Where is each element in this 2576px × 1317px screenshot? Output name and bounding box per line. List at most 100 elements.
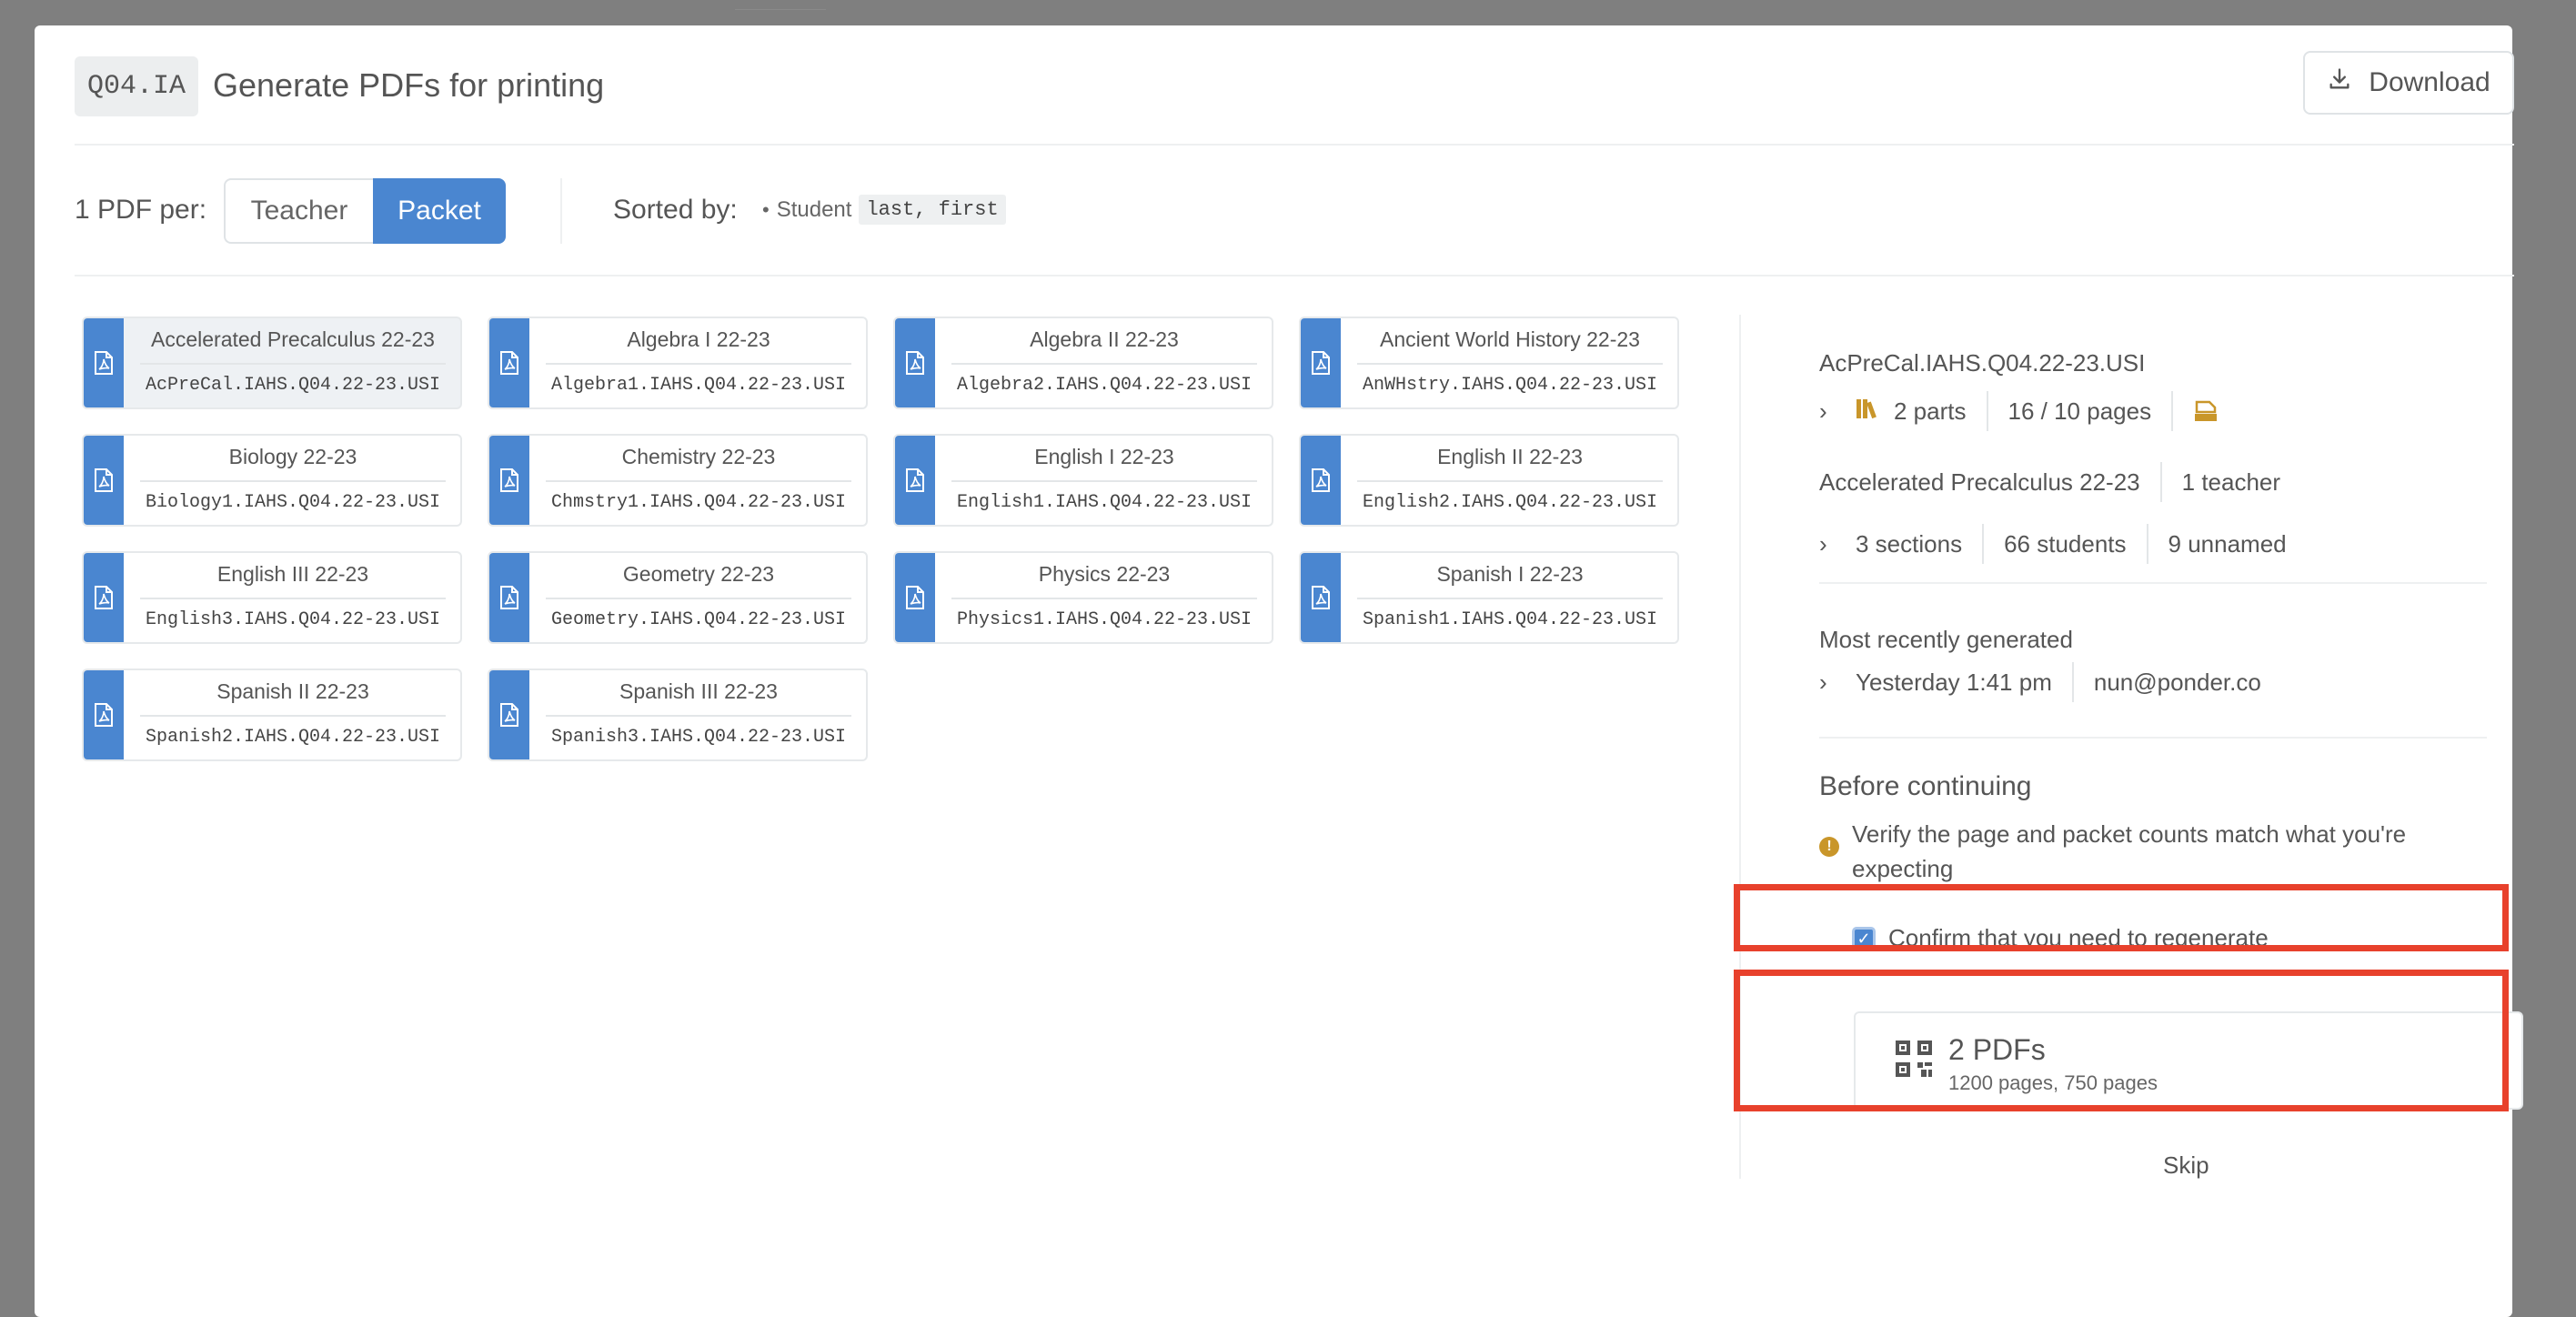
packet-name: English I 22-23	[951, 445, 1257, 482]
recent-user: nun@ponder.co	[2071, 662, 2281, 702]
packet-name: Accelerated Precalculus 22-23	[140, 327, 446, 365]
packet-code: English1.IAHS.Q04.22-23.USI	[956, 492, 1253, 513]
packet-card[interactable]: Biology 22-23 Biology1.IAHS.Q04.22-23.USI	[82, 434, 462, 527]
quarter-badge: Q04.IA	[75, 56, 199, 116]
packet-code: Chmstry1.IAHS.Q04.22-23.USI	[550, 492, 847, 513]
options-bottom-divider	[75, 275, 2514, 276]
parts-row[interactable]: › 2 parts 16 / 10 pages	[1819, 391, 2239, 431]
packet-code: AcPreCal.IAHS.Q04.22-23.USI	[145, 375, 441, 396]
packet-code: Spanish1.IAHS.Q04.22-23.USI	[1362, 609, 1658, 630]
packet-code: Physics1.IAHS.Q04.22-23.USI	[956, 609, 1253, 630]
sections-row[interactable]: › 3 sections 66 students 9 unnamed	[1819, 524, 2307, 564]
packet-card[interactable]: Chemistry 22-23 Chmstry1.IAHS.Q04.22-23.U…	[488, 434, 868, 527]
recent-row[interactable]: › Yesterday 1:41 pm nun@ponder.co	[1819, 662, 2281, 702]
packet-card[interactable]: English I 22-23 English1.IAHS.Q04.22-23.U…	[893, 434, 1273, 527]
unnamed-count: 9 unnamed	[2146, 524, 2307, 564]
pdf-file-icon	[489, 553, 529, 642]
packet-card[interactable]: Spanish II 22-23 Spanish2.IAHS.Q04.22-23.…	[82, 669, 462, 761]
sort-item: • Student last, first	[762, 195, 1006, 225]
sort-field: Student	[776, 196, 852, 222]
pdf-file-icon	[489, 318, 529, 407]
packet-card[interactable]: Spanish III 22-23 Spanish3.IAHS.Q04.22-23…	[488, 669, 868, 761]
modal-title: Generate PDFs for printing	[213, 66, 605, 104]
generate-pdfs-modal: Q04.IA Generate PDFs for printing Downlo…	[35, 25, 2523, 1317]
highlight-box	[1734, 970, 2509, 1111]
print-icon	[2171, 391, 2239, 431]
sections-count: 3 sections	[1856, 529, 1963, 558]
warning-text: Verify the page and packet counts match …	[1852, 820, 2407, 882]
pdf-file-icon	[84, 553, 124, 642]
packet-name: Spanish III 22-23	[546, 679, 851, 717]
course-name: Accelerated Precalculus 22-23	[1819, 467, 2140, 496]
pdf-file-icon	[1301, 318, 1341, 407]
pdf-file-icon	[1301, 553, 1341, 642]
packet-name: Ancient World History 22-23	[1357, 327, 1663, 365]
sorted-by-label: Sorted by:	[613, 195, 738, 225]
chevron-right-icon[interactable]: ›	[1819, 530, 1856, 558]
teacher-option-button[interactable]: Teacher	[224, 178, 373, 244]
packet-code: AcPreCal.IAHS.Q04.22-23.USI	[1819, 349, 2146, 377]
parts-count: 2 parts	[1894, 397, 1967, 425]
pdf-per-toggle: Teacher Packet	[224, 178, 506, 244]
panel-hr	[1819, 737, 2487, 739]
pdf-file-icon	[895, 436, 935, 525]
pdf-file-icon	[84, 318, 124, 407]
packet-card[interactable]: Physics 22-23 Physics1.IAHS.Q04.22-23.USI	[893, 551, 1273, 644]
packet-name: English III 22-23	[140, 562, 446, 599]
parts-cell: 2 parts	[1856, 391, 1987, 431]
bullet-icon: •	[762, 197, 770, 221]
packet-card[interactable]: Algebra II 22-23 Algebra2.IAHS.Q04.22-23.…	[893, 317, 1273, 409]
recent-time: Yesterday 1:41 pm	[1856, 668, 2052, 696]
warning-icon: !	[1819, 837, 1839, 857]
pages-count: 16 / 10 pages	[1986, 391, 2172, 431]
packet-code: Geometry.IAHS.Q04.22-23.USI	[550, 609, 847, 630]
download-label: Download	[2369, 67, 2490, 97]
pdf-file-icon	[895, 553, 935, 642]
chevron-right-icon[interactable]: ›	[1819, 669, 1856, 697]
download-button[interactable]: Download	[2303, 51, 2514, 115]
packet-code: Spanish2.IAHS.Q04.22-23.USI	[145, 727, 441, 748]
recent-heading: Most recently generated	[1819, 626, 2073, 653]
pdf-file-icon	[489, 436, 529, 525]
packet-name: Spanish I 22-23	[1357, 562, 1663, 599]
packet-code: Algebra2.IAHS.Q04.22-23.USI	[956, 375, 1253, 396]
pdf-file-icon	[84, 670, 124, 759]
before-heading: Before continuing	[1819, 771, 2032, 801]
packet-name: Spanish II 22-23	[140, 679, 446, 717]
packet-code: Algebra1.IAHS.Q04.22-23.USI	[550, 375, 847, 396]
packet-card[interactable]: English II 22-23 English2.IAHS.Q04.22-23.…	[1299, 434, 1679, 527]
packet-name: Biology 22-23	[140, 445, 446, 482]
warning-row: ! Verify the page and packet counts matc…	[1819, 817, 2511, 886]
chevron-right-icon[interactable]: ›	[1819, 397, 1856, 426]
packet-name: Algebra II 22-23	[951, 327, 1257, 365]
sort-order: last, first	[859, 195, 1006, 225]
pdf-per-label: 1 PDF per:	[75, 195, 207, 225]
packet-name: Physics 22-23	[951, 562, 1257, 599]
options-divider	[560, 178, 562, 244]
packet-code: AnWHstry.IAHS.Q04.22-23.USI	[1362, 375, 1658, 396]
students-count: 66 students	[1982, 524, 2146, 564]
teacher-count: 1 teacher	[2159, 462, 2300, 502]
packet-name: Algebra I 22-23	[546, 327, 851, 365]
packet-card[interactable]: English III 22-23 English3.IAHS.Q04.22-23…	[82, 551, 462, 644]
packet-code: English2.IAHS.Q04.22-23.USI	[1362, 492, 1658, 513]
packet-code: Spanish3.IAHS.Q04.22-23.USI	[550, 727, 847, 748]
packet-name: English II 22-23	[1357, 445, 1663, 482]
panel-hr	[1819, 582, 2487, 584]
packet-card[interactable]: Geometry 22-23 Geometry.IAHS.Q04.22-23.US…	[488, 551, 868, 644]
pdf-file-icon	[489, 670, 529, 759]
packet-name: Geometry 22-23	[546, 562, 851, 599]
packet-option-button[interactable]: Packet	[373, 178, 506, 244]
download-icon	[2327, 66, 2352, 99]
pdf-file-icon	[895, 318, 935, 407]
packet-card[interactable]: Ancient World History 22-23 AnWHstry.IAHS…	[1299, 317, 1679, 409]
packet-card[interactable]: Spanish I 22-23 Spanish1.IAHS.Q04.22-23.U…	[1299, 551, 1679, 644]
packet-code: English3.IAHS.Q04.22-23.USI	[145, 609, 441, 630]
pdf-file-icon	[1301, 436, 1341, 525]
packet-card[interactable]: Accelerated Precalculus 22-23 AcPreCal.IA…	[82, 317, 462, 409]
skip-link[interactable]: Skip	[2163, 1151, 2209, 1180]
highlight-box	[1734, 884, 2509, 951]
pdf-file-icon	[84, 436, 124, 525]
packet-card[interactable]: Algebra I 22-23 Algebra1.IAHS.Q04.22-23.U…	[488, 317, 868, 409]
packet-code: Biology1.IAHS.Q04.22-23.USI	[145, 492, 441, 513]
